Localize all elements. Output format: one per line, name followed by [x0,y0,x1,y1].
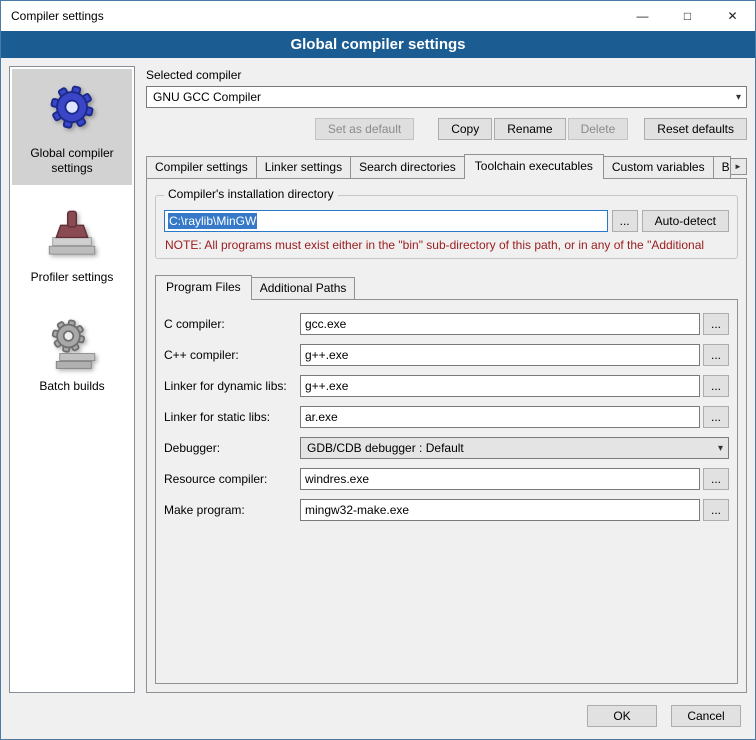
note-text: NOTE: All programs must exist either in … [165,238,728,252]
install-dir-browse-button[interactable]: ... [612,210,638,232]
window-controls: — □ ✕ [620,1,755,31]
compiler-select[interactable]: GNU GCC Compiler ▾ [146,86,747,108]
tab-strip: Compiler settings Linker settings Search… [146,154,747,178]
selected-compiler-label: Selected compiler [146,68,747,82]
c-compiler-browse-button[interactable]: ... [703,313,729,335]
close-button[interactable]: ✕ [710,1,755,31]
subtab-additional-paths[interactable]: Additional Paths [251,277,356,299]
tab-linker-settings[interactable]: Linker settings [256,156,351,178]
gray-gear-icon [44,314,100,372]
delete-button: Delete [568,118,629,140]
blue-gear-icon [42,79,102,139]
auto-detect-button[interactable]: Auto-detect [642,210,729,232]
compiler-settings-window: Compiler settings — □ ✕ Global compiler … [0,0,756,740]
reset-defaults-button[interactable]: Reset defaults [644,118,747,140]
dialog-body: Global compiler settings Profiler settin… [1,58,755,701]
sidebar-item-label: Profiler settings [31,270,114,285]
ok-button[interactable]: OK [587,705,657,727]
subtab-strip: Program Files Additional Paths [155,275,738,299]
sidebar-item-label: Global compiler settings [14,146,130,176]
make-program-input[interactable] [300,499,700,521]
chevron-down-icon: ▾ [736,92,741,103]
cpp-compiler-label: C++ compiler: [164,348,300,362]
c-compiler-row: C compiler: ... [164,313,729,335]
debugger-select[interactable]: GDB/CDB debugger : Default ▾ [300,437,729,459]
cancel-button[interactable]: Cancel [671,705,741,727]
profiler-tool-icon [44,205,100,263]
linker-static-label: Linker for static libs: [164,410,300,424]
install-dir-input[interactable]: C:\raylib\MinGW [164,210,608,232]
linker-static-input[interactable] [300,406,700,428]
subtab-program-files[interactable]: Program Files [155,275,252,300]
linker-dynamic-browse-button[interactable]: ... [703,375,729,397]
tab-search-directories[interactable]: Search directories [350,156,465,178]
install-dir-groupbox: Compiler's installation directory C:\ray… [155,195,738,259]
install-dir-row: C:\raylib\MinGW ... Auto-detect [164,210,729,232]
page-title: Global compiler settings [1,31,755,58]
tab-toolchain-executables[interactable]: Toolchain executables [464,154,604,179]
sidebar-item-label: Batch builds [39,379,104,394]
linker-dynamic-label: Linker for dynamic libs: [164,379,300,393]
copy-button[interactable]: Copy [438,118,492,140]
make-program-label: Make program: [164,503,300,517]
tab-compiler-settings[interactable]: Compiler settings [146,156,257,178]
debugger-label: Debugger: [164,441,300,455]
make-program-browse-button[interactable]: ... [703,499,729,521]
resource-compiler-row: Resource compiler: ... [164,468,729,490]
toolchain-tab-pane: Compiler's installation directory C:\ray… [146,178,747,693]
window-title: Compiler settings [1,9,104,23]
cpp-compiler-input[interactable] [300,344,700,366]
compiler-actions: Set as default Copy Rename Delete Reset … [146,118,747,140]
make-program-row: Make program: ... [164,499,729,521]
linker-dynamic-input[interactable] [300,375,700,397]
titlebar: Compiler settings — □ ✕ [1,1,755,31]
tab-custom-variables[interactable]: Custom variables [603,156,714,178]
sidebar-item-global-compiler-settings[interactable]: Global compiler settings [12,69,132,185]
compiler-select-value: GNU GCC Compiler [153,90,261,104]
tab-build-options[interactable]: Build options [713,156,731,178]
install-dir-value: C:\raylib\MinGW [168,213,257,229]
resource-compiler-input[interactable] [300,468,700,490]
dialog-footer: OK Cancel [1,701,755,739]
linker-static-row: Linker for static libs: ... [164,406,729,428]
rename-button[interactable]: Rename [494,118,565,140]
set-as-default-button: Set as default [315,118,414,140]
chevron-down-icon: ▾ [718,443,723,454]
sidebar-item-batch-builds[interactable]: Batch builds [12,304,132,403]
minimize-button[interactable]: — [620,1,665,31]
install-dir-group-title: Compiler's installation directory [164,187,338,201]
c-compiler-label: C compiler: [164,317,300,331]
c-compiler-input[interactable] [300,313,700,335]
sidebar-item-profiler-settings[interactable]: Profiler settings [12,195,132,294]
debugger-select-value: GDB/CDB debugger : Default [307,441,464,455]
linker-static-browse-button[interactable]: ... [703,406,729,428]
debugger-row: Debugger: GDB/CDB debugger : Default ▾ [164,437,729,459]
sidebar: Global compiler settings Profiler settin… [9,66,135,693]
main-panel: Selected compiler GNU GCC Compiler ▾ Set… [146,66,747,693]
cpp-compiler-row: C++ compiler: ... [164,344,729,366]
cpp-compiler-browse-button[interactable]: ... [703,344,729,366]
resource-compiler-browse-button[interactable]: ... [703,468,729,490]
maximize-button[interactable]: □ [665,1,710,31]
program-files-pane: C compiler: ... C++ compiler: ... Linker… [155,299,738,684]
resource-compiler-label: Resource compiler: [164,472,300,486]
tab-scroll-right-icon[interactable]: ► [729,158,747,175]
linker-dynamic-row: Linker for dynamic libs: ... [164,375,729,397]
